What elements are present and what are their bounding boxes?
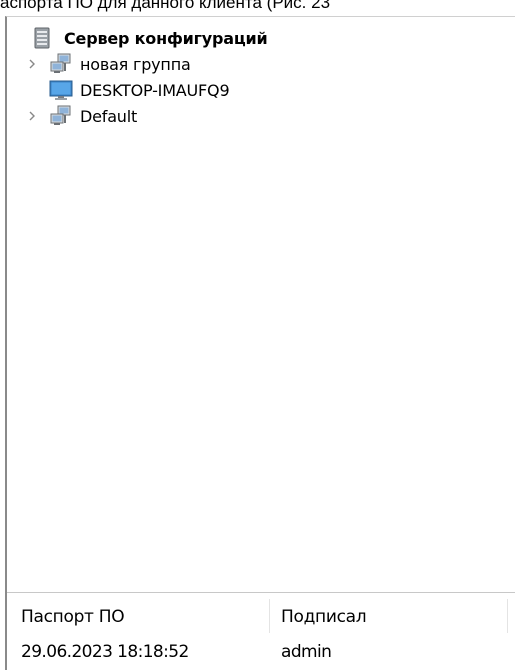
passport-table: Паспорт ПО Подписал 29.06.2023 18:18:52 …	[7, 592, 515, 670]
column-divider[interactable]	[269, 599, 270, 633]
table-cell-signed-by[interactable]: admin	[281, 642, 332, 662]
network-group-icon	[49, 53, 73, 75]
server-icon	[33, 27, 57, 49]
column-divider[interactable]	[507, 599, 508, 633]
network-group-icon	[49, 105, 73, 127]
column-header-passport[interactable]: Паспорт ПО	[21, 607, 125, 627]
chevron-right-icon[interactable]	[27, 103, 49, 129]
tree-item-label: новая группа	[80, 54, 191, 74]
tree-item-label: Default	[80, 106, 138, 126]
server-tree: Сервер конфигураций новая группа DESKTOP…	[7, 17, 515, 583]
chevron-right-icon[interactable]	[27, 51, 49, 77]
document-caption-text: аспорта ПО для данного клиента (Рис. 23	[0, 0, 331, 12]
tree-item-default[interactable]: Default	[27, 103, 137, 129]
tree-item-desktop[interactable]: DESKTOP-IMAUFQ9	[27, 77, 230, 103]
configuration-server-panel: Сервер конфигураций новая группа DESKTOP…	[5, 16, 515, 670]
table-cell-passport-date[interactable]: 29.06.2023 18:18:52	[21, 642, 189, 662]
tree-item-new-group[interactable]: новая группа	[27, 51, 191, 77]
tree-item-label: DESKTOP-IMAUFQ9	[80, 80, 230, 100]
tree-root-label: Сервер конфигураций	[64, 28, 268, 48]
tree-root-configuration-server[interactable]: Сервер конфигураций	[27, 25, 268, 51]
monitor-icon	[49, 79, 73, 101]
column-header-signed-by[interactable]: Подписал	[281, 607, 367, 627]
